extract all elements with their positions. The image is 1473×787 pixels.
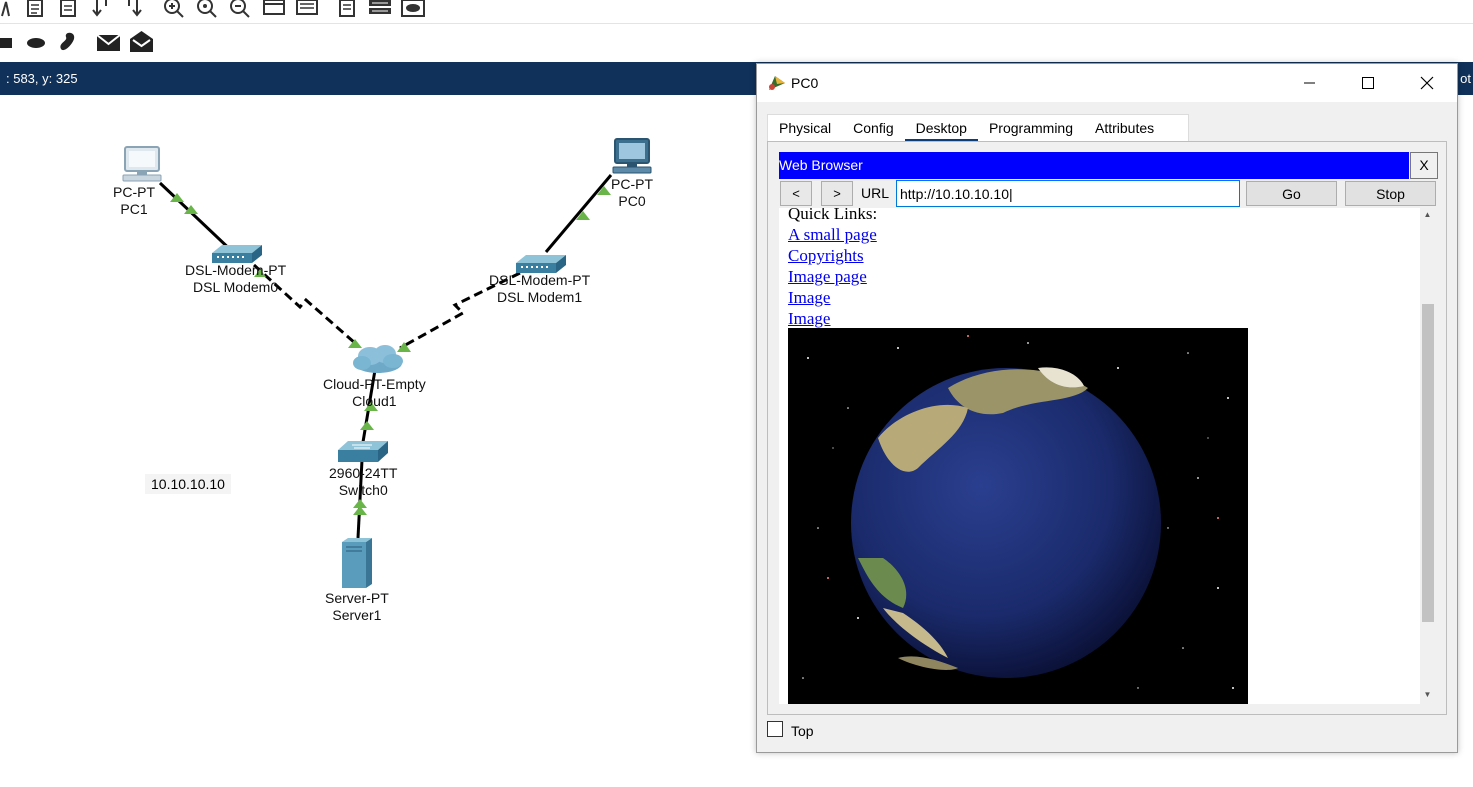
link-small-page[interactable]: A small page <box>788 224 877 245</box>
link-pc1-modem0[interactable] <box>158 181 238 257</box>
pdu-add-icon[interactable] <box>92 0 112 18</box>
switch0-icon[interactable] <box>338 441 388 462</box>
dsl-modem1-label: DSL-Modem-PT DSL Modem1 <box>489 272 591 305</box>
pc0-icon[interactable] <box>612 138 652 174</box>
top-checkbox-label: Top <box>791 723 814 739</box>
link-pc0-modem1[interactable] <box>544 174 613 253</box>
page-content: Quick Links: A small page Copyrights Ima… <box>788 208 877 329</box>
inspect-icon[interactable] <box>59 0 79 18</box>
zoom-out-icon[interactable] <box>229 0 251 18</box>
web-browser-title: Web Browser <box>779 152 1409 179</box>
tab-config[interactable]: Config <box>842 115 904 142</box>
scroll-thumb[interactable] <box>1422 304 1434 622</box>
text-tool-icon[interactable] <box>0 0 10 18</box>
pc1-icon[interactable] <box>122 146 162 182</box>
dsl-modem0-label: DSL-Modem-PT DSL Modem0 <box>185 262 287 295</box>
back-button[interactable]: < <box>780 181 812 206</box>
ellipse-icon[interactable] <box>26 37 48 49</box>
pc0-label: PC-PT PC0 <box>611 176 653 209</box>
pc1-label: PC-PT PC1 <box>113 184 155 217</box>
browser-page: Quick Links: A small page Copyrights Ima… <box>779 208 1435 704</box>
earth-globe <box>851 368 1161 678</box>
quick-links-heading: Quick Links: <box>788 208 878 223</box>
network-info-icon[interactable] <box>368 0 392 18</box>
close-icon <box>1420 76 1434 90</box>
link-image-2[interactable]: Image <box>788 308 877 329</box>
maximize-icon <box>1362 77 1374 89</box>
packet-tracer-app-icon <box>769 76 785 90</box>
desktop-panel: Web Browser X < > URL http://10.10.10.10… <box>767 141 1447 715</box>
maximize-button[interactable] <box>1339 64 1397 102</box>
pdu-complex-icon[interactable] <box>125 0 145 18</box>
server1-icon[interactable] <box>342 538 372 588</box>
freeform-icon[interactable] <box>58 31 80 53</box>
statusbar-right-text: ot <box>1460 71 1471 86</box>
cloud1-icon[interactable] <box>353 345 403 373</box>
web-browser-close-button[interactable]: X <box>1410 152 1438 179</box>
scroll-down-arrow-icon[interactable]: ▼ <box>1422 690 1433 699</box>
rectangle-icon[interactable] <box>0 37 14 49</box>
tab-physical[interactable]: Physical <box>768 115 842 142</box>
workspace-note[interactable]: 10.10.10.10 <box>145 474 231 494</box>
complex-pdu-icon[interactable] <box>129 30 155 54</box>
close-button[interactable] <box>1398 64 1456 102</box>
notes-icon[interactable] <box>26 0 46 18</box>
custom-device-icon[interactable] <box>338 0 356 18</box>
simple-pdu-icon[interactable] <box>96 32 122 54</box>
pc0-window: PC0 Physical Config Desktop Programming … <box>756 63 1458 753</box>
dsl-modem0-icon[interactable] <box>212 245 262 263</box>
text-caret: | <box>1008 186 1013 202</box>
tab-programming[interactable]: Programming <box>978 115 1084 142</box>
server1-label: Server-PT Server1 <box>325 590 389 623</box>
earth-image <box>788 328 1248 704</box>
tab-desktop[interactable]: Desktop <box>904 115 979 142</box>
cloud-icon[interactable] <box>401 0 425 18</box>
stop-button[interactable]: Stop <box>1345 181 1436 206</box>
page-scrollbar[interactable]: ▲ ▼ <box>1420 208 1435 704</box>
link-copyrights[interactable]: Copyrights <box>788 245 877 266</box>
top-checkbox[interactable] <box>767 721 783 737</box>
go-button[interactable]: Go <box>1246 181 1337 206</box>
scroll-up-arrow-icon[interactable]: ▲ <box>1422 210 1433 219</box>
zoom-reset-icon[interactable] <box>196 0 218 18</box>
drawing-toolbar <box>0 25 1473 61</box>
minimize-button[interactable] <box>1281 64 1339 102</box>
url-label: URL <box>861 185 890 201</box>
cursor-coordinates: : 583, y: 325 <box>6 71 78 86</box>
palette-icon[interactable] <box>295 0 319 18</box>
dsl-modem1-icon[interactable] <box>516 255 566 273</box>
link-image-page[interactable]: Image page <box>788 266 877 287</box>
main-toolbar <box>0 0 1473 24</box>
zoom-in-icon[interactable] <box>163 0 185 18</box>
url-input[interactable]: http://10.10.10.10| <box>896 180 1240 207</box>
forward-button[interactable]: > <box>821 181 853 206</box>
link-image-1[interactable]: Image <box>788 287 877 308</box>
device-tabs: Physical Config Desktop Programming Attr… <box>767 114 1189 142</box>
window-titlebar[interactable]: PC0 <box>757 64 1457 102</box>
window-title: PC0 <box>791 75 819 91</box>
cloud1-label: Cloud-PT-Empty Cloud1 <box>323 376 426 409</box>
rectangle-draw-icon[interactable] <box>262 0 286 18</box>
switch0-label: 2960-24TT Switch0 <box>329 465 398 498</box>
minimize-icon <box>1304 82 1315 84</box>
tab-attributes[interactable]: Attributes <box>1084 115 1165 142</box>
